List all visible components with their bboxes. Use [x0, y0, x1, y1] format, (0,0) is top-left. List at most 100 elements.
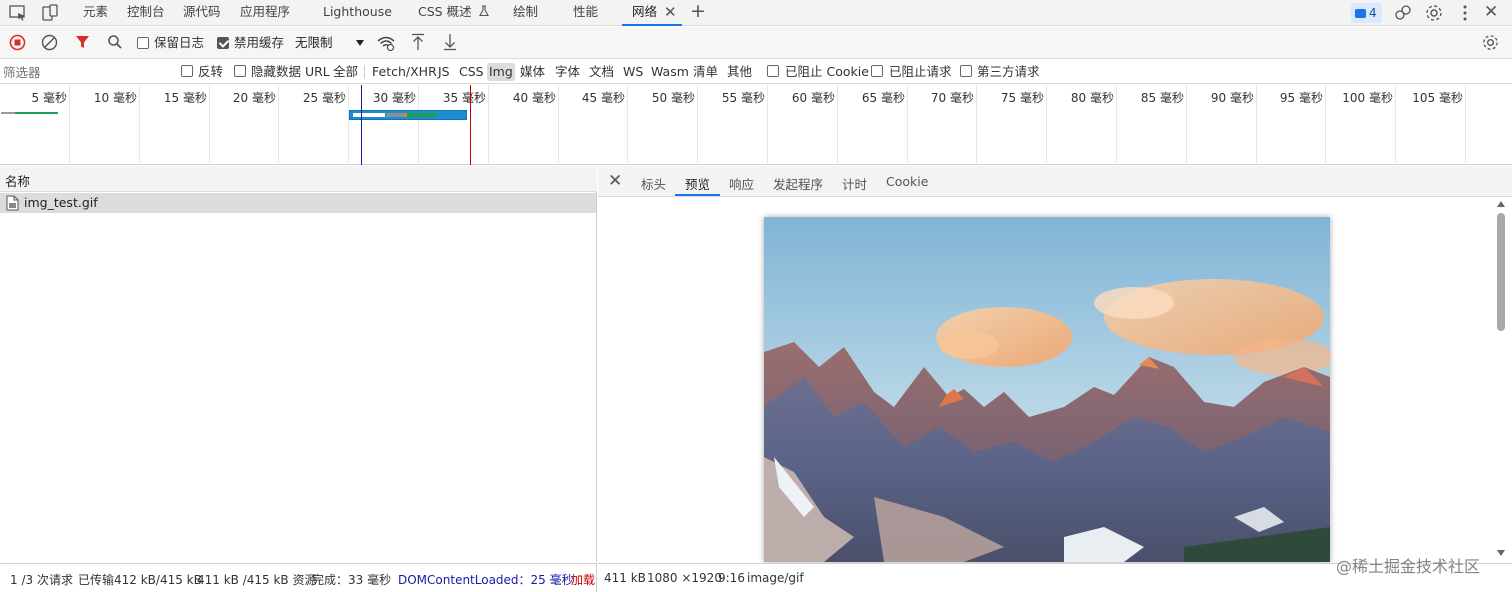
blocked-cookies-checkbox[interactable]	[767, 65, 779, 77]
request-count: 1 /3 次请求	[10, 573, 73, 587]
tab-sources[interactable]: 源代码	[183, 0, 221, 26]
table-row[interactable]: img_test.gif	[0, 193, 596, 213]
timeline-tick-label: 25 毫秒	[302, 91, 346, 105]
request-list: 名称 img_test.gif	[0, 166, 597, 562]
request-detail-panel: ✕ 标头 预览 响应 发起程序 计时 Cookie	[598, 166, 1512, 562]
experiment-flask-icon	[478, 5, 489, 17]
tab-performance[interactable]: 性能	[573, 0, 598, 26]
device-toolbar-icon[interactable]	[40, 3, 60, 23]
tab-console[interactable]: 控制台	[127, 0, 165, 26]
timeline-gridline	[278, 85, 279, 165]
record-stop-icon[interactable]	[9, 34, 26, 51]
network-settings-gear-icon[interactable]	[1481, 33, 1500, 52]
timeline-gridline	[1465, 85, 1466, 165]
tab-response[interactable]: 响应	[729, 174, 754, 193]
settings-gear-icon[interactable]	[1424, 3, 1444, 23]
invert-label: 反转	[198, 64, 224, 79]
timeline-gridline	[418, 85, 419, 165]
scroll-down-arrow[interactable]	[1497, 550, 1505, 556]
close-detail-icon[interactable]: ✕	[608, 171, 622, 191]
blocked-requests-checkbox[interactable]	[871, 65, 883, 77]
filter-type-wasm[interactable]: Wasm	[651, 63, 689, 81]
timeline-gridline	[1046, 85, 1047, 165]
timeline-tick-label: 20 毫秒	[232, 91, 276, 105]
preserve-log-label: 保留日志	[154, 35, 205, 50]
filter-type-other[interactable]: 其他	[727, 63, 752, 81]
timeline-gridline	[488, 85, 489, 165]
timeline-tick-label: 95 毫秒	[1279, 91, 1323, 105]
tab-timing[interactable]: 计时	[842, 174, 867, 193]
export-har-download-icon[interactable]	[442, 33, 458, 51]
timeline-bar-small	[1, 112, 15, 114]
tab-headers[interactable]: 标头	[641, 174, 666, 193]
tab-network-label: 网络	[632, 4, 658, 19]
filter-funnel-icon[interactable]	[75, 35, 90, 50]
connections-icon[interactable]	[1393, 3, 1413, 23]
filter-type-css[interactable]: CSS	[459, 63, 484, 81]
tab-preview[interactable]: 预览	[685, 174, 710, 193]
issues-badge[interactable]: 4	[1351, 3, 1382, 23]
timeline-gridline	[209, 85, 210, 165]
filter-type-media[interactable]: 媒体	[520, 63, 545, 81]
timeline-tick-label: 15 毫秒	[163, 91, 207, 105]
load-time: 加载	[571, 573, 596, 587]
inspect-element-icon[interactable]	[8, 3, 28, 23]
filter-type-font[interactable]: 字体	[555, 63, 580, 81]
filter-type-img[interactable]: Img	[487, 63, 515, 81]
invert-checkbox[interactable]	[181, 65, 193, 77]
filter-type-manifest[interactable]: 清单	[693, 63, 718, 81]
throttling-value: 无限制	[295, 35, 333, 50]
chevron-down-icon	[356, 40, 364, 46]
preserve-log-checkbox[interactable]	[137, 37, 149, 49]
disable-cache-checkbox[interactable]	[217, 37, 229, 49]
scrollbar-thumb[interactable]	[1497, 213, 1505, 331]
timeline-tick-label: 10 毫秒	[93, 91, 137, 105]
timeline-gridline	[558, 85, 559, 165]
tab-elements[interactable]: 元素	[83, 0, 108, 26]
name-column-header[interactable]: 名称	[5, 171, 30, 190]
filter-input[interactable]	[3, 63, 168, 81]
filter-type-js[interactable]: JS	[438, 63, 450, 81]
timeline-gridline	[1325, 85, 1326, 165]
image-file-size: 411 kB	[604, 571, 646, 585]
tab-rendering[interactable]: 绘制	[513, 0, 538, 26]
timeline-gridline	[627, 85, 628, 165]
filter-type-all[interactable]: 全部	[333, 63, 358, 81]
close-tab-icon[interactable]: ✕	[664, 3, 677, 21]
third-party-label: 第三方请求	[977, 64, 1040, 79]
scroll-up-arrow[interactable]	[1497, 201, 1505, 207]
transferred-size: 已传输412 kB/415 kB	[78, 573, 202, 587]
more-options-icon[interactable]	[1455, 3, 1475, 23]
tab-initiator[interactable]: 发起程序	[773, 174, 823, 193]
network-conditions-wifi-icon[interactable]	[377, 34, 395, 52]
tab-cookies[interactable]: Cookie	[886, 174, 928, 189]
add-tab-icon[interactable]: +	[690, 0, 706, 22]
filter-bar: 反转 隐藏数据 URL 全部 Fetch/XHR JS CSS Img 媒体 字…	[0, 60, 1512, 84]
clear-icon[interactable]	[41, 34, 58, 51]
list-header[interactable]: 名称	[0, 166, 597, 192]
timeline-gridline	[139, 85, 140, 165]
timeline-gridline	[1116, 85, 1117, 165]
dom-content-loaded-marker	[361, 85, 362, 165]
blocked-requests-label: 已阻止请求	[889, 64, 952, 79]
tab-application[interactable]: 应用程序	[240, 0, 290, 26]
timeline-gridline	[697, 85, 698, 165]
import-har-upload-icon[interactable]	[410, 33, 426, 51]
timeline-overview[interactable]: 5 毫秒 10 毫秒 15 毫秒 20 毫秒 25 毫秒 30 毫秒 35 毫秒 40 毫秒 4…	[0, 85, 1512, 165]
filter-type-fetch-xhr[interactable]: Fetch/XHR	[372, 63, 437, 81]
finish-time: 完成：33 毫秒	[312, 573, 392, 587]
tab-lighthouse[interactable]: Lighthouse	[323, 0, 392, 26]
load-event-marker	[470, 85, 471, 165]
third-party-checkbox[interactable]	[960, 65, 972, 77]
blocked-cookies-label: 已阻止 Cookie	[785, 64, 869, 79]
tab-css-overview[interactable]: CSS 概述	[418, 0, 490, 26]
filter-type-ws[interactable]: WS	[623, 63, 643, 81]
timeline-gridline	[976, 85, 977, 165]
throttling-select[interactable]: 无限制	[292, 33, 368, 53]
filter-type-doc[interactable]: 文档	[589, 63, 614, 81]
active-tab-indicator	[675, 194, 720, 196]
close-devtools-icon[interactable]: ✕	[1484, 2, 1498, 22]
hide-data-urls-checkbox[interactable]	[234, 65, 246, 77]
disable-cache-label: 禁用缓存	[234, 35, 285, 50]
search-icon[interactable]	[107, 34, 123, 50]
